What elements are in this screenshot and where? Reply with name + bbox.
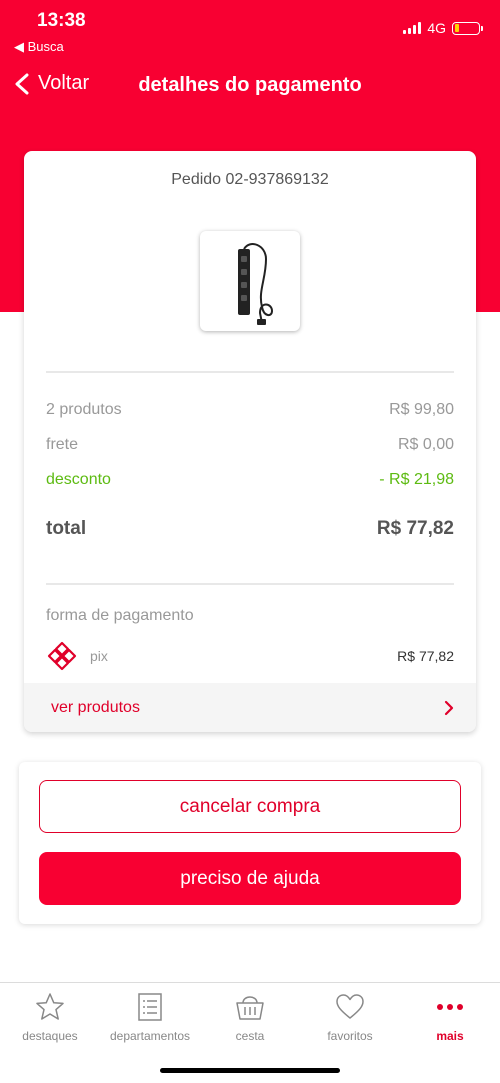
summary-products-row: 2 produtos R$ 99,80 <box>46 401 454 419</box>
tab-label: cesta <box>235 1029 265 1043</box>
basket-icon <box>236 996 264 1020</box>
battery-level <box>454 24 460 32</box>
star-icon <box>36 993 64 1020</box>
more-dots-icon <box>437 1004 463 1010</box>
status-bar: 13:38 ◀ Busca 4G <box>0 0 500 58</box>
tab-favoritos[interactable]: favoritos <box>300 991 400 1051</box>
total-label: total <box>46 518 87 539</box>
tab-label: favoritos <box>327 1029 373 1043</box>
total-value: R$ 77,82 <box>376 518 454 539</box>
list-icon <box>138 993 162 1021</box>
tab-destaques[interactable]: destaques <box>0 991 100 1051</box>
navigation-header: Voltar detalhes do pagamento <box>0 62 500 110</box>
network-type: 4G <box>427 20 446 36</box>
cancel-order-button[interactable]: cancelar compra <box>39 780 461 833</box>
pix-icon <box>47 641 77 671</box>
order-details-card: Pedido 02-937869132 2 produtos R$ 99,80 … <box>24 151 476 732</box>
order-actions-card: cancelar compra preciso de ajuda <box>19 762 481 924</box>
tab-label: departamentos <box>109 1029 191 1043</box>
summary-discount-row: desconto - R$ 21,98 <box>46 471 454 489</box>
heart-icon <box>336 994 364 1019</box>
shipping-label: frete <box>46 436 79 453</box>
page-title: detalhes do pagamento <box>138 74 362 96</box>
payment-method: pix <box>46 640 108 672</box>
chevron-right-icon <box>444 700 454 715</box>
discount-label: desconto <box>46 471 111 488</box>
payment-method-row: pix R$ 77,82 <box>46 639 454 673</box>
divider <box>46 583 454 585</box>
battery-icon <box>452 21 483 35</box>
status-indicators: 4G <box>403 20 483 36</box>
discount-value: - R$ 21,98 <box>379 471 454 488</box>
status-time: 13:38 <box>37 10 86 31</box>
power-strip-product-icon <box>238 243 274 325</box>
tab-cesta[interactable]: cesta <box>200 991 300 1051</box>
payment-method-value: R$ 77,82 <box>397 648 454 664</box>
see-products-label: ver produtos <box>51 698 140 716</box>
see-products-button[interactable]: ver produtos <box>24 683 476 732</box>
tab-departamentos[interactable]: departamentos <box>100 991 200 1051</box>
divider <box>46 371 454 373</box>
payment-method-name: pix <box>90 648 108 664</box>
payment-method-title: forma de pagamento <box>46 607 194 624</box>
home-indicator <box>160 1068 340 1073</box>
products-count-label: 2 produtos <box>46 401 122 418</box>
status-back-to-app[interactable]: ◀ Busca <box>14 39 64 55</box>
tab-label: destaques <box>22 1029 78 1043</box>
shipping-value: R$ 0,00 <box>397 436 454 453</box>
tab-label: mais <box>436 1029 464 1043</box>
products-value: R$ 99,80 <box>389 401 454 418</box>
tab-mais[interactable]: mais <box>400 991 500 1051</box>
summary-shipping-row: frete R$ 0,00 <box>46 436 454 454</box>
cellular-signal-icon <box>403 22 422 34</box>
summary-total-row: total R$ 77,82 <box>46 518 454 540</box>
product-thumbnail[interactable] <box>200 231 300 331</box>
order-number: Pedido 02-937869132 <box>171 171 329 188</box>
need-help-button[interactable]: preciso de ajuda <box>39 852 461 905</box>
